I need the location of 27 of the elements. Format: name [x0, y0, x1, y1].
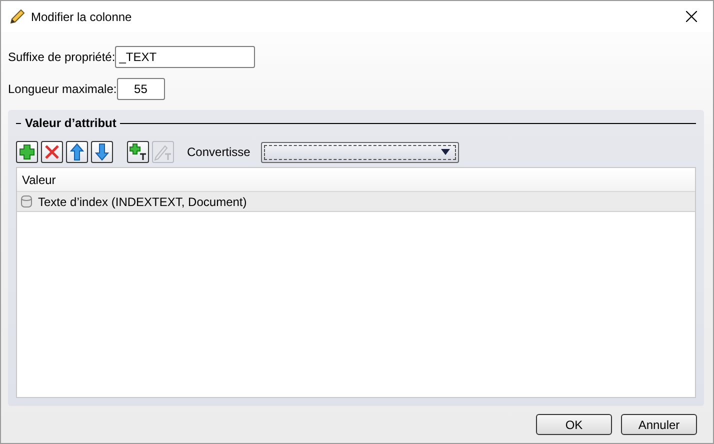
ok-button[interactable]: OK [536, 414, 612, 435]
input-field[interactable]: 55 [116, 78, 165, 100]
add-text-button[interactable] [127, 141, 149, 163]
add-button[interactable] [16, 141, 38, 163]
arrow-up-icon [70, 143, 84, 161]
plus-text-icon [129, 143, 147, 161]
up-button[interactable] [66, 141, 88, 163]
pencil-text-icon [154, 143, 172, 161]
convert-label: Convertisse [187, 145, 250, 159]
caret-icon [441, 149, 450, 155]
group-title: Valeur d’attribut [25, 116, 116, 130]
down-button[interactable] [91, 141, 113, 163]
row-text: Texte d’index (INDEXTEXT, Document) [38, 194, 247, 208]
plus-icon [19, 144, 35, 160]
field-label: Longueur maximale: [8, 82, 117, 96]
field-label: Suffixe de propriété: [8, 50, 116, 64]
delete-icon [44, 144, 60, 160]
cancel-button[interactable]: Annuler [621, 414, 697, 435]
pencil-icon [9, 8, 25, 24]
arrow-down-icon [95, 143, 109, 161]
database-icon [21, 195, 32, 208]
table-row[interactable]: Texte d’index (INDEXTEXT, Document) [17, 192, 695, 212]
close-icon[interactable] [686, 11, 697, 22]
delete-button[interactable] [41, 141, 63, 163]
window-title: Modifier la colonne [31, 10, 133, 24]
convert-dropdown[interactable] [261, 142, 460, 162]
input-field[interactable]: _TEXT [115, 46, 256, 68]
